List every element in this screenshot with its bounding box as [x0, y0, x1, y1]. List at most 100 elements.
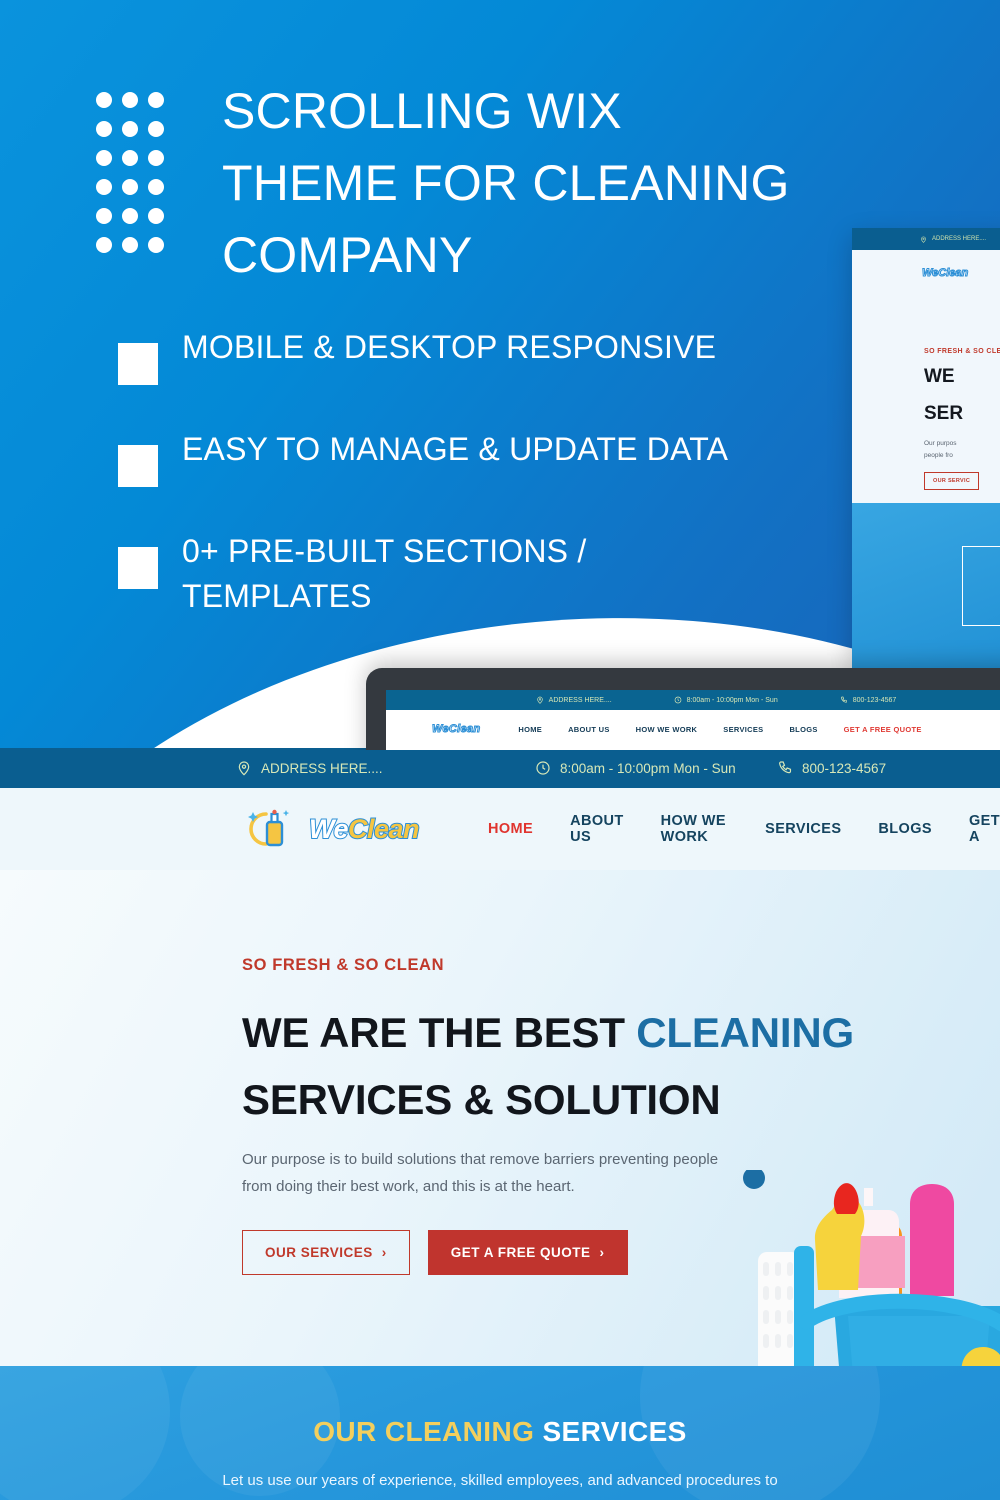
dot: [122, 150, 138, 166]
logo-text-clean: Clean: [347, 813, 421, 845]
mini-hero-paragraph-2: people fro: [924, 452, 953, 460]
tablet-nav-item-blogs[interactable]: BLOGS: [789, 725, 817, 734]
dot: [148, 150, 164, 166]
promo-title-line-1: SCROLLING WIX: [222, 83, 622, 139]
location-pin-icon: [921, 236, 926, 243]
mini-card-line-3: do: [963, 583, 1000, 594]
site-preview: ADDRESS HERE.... 8:00am - 10:00pm Mon - …: [0, 748, 1000, 1500]
promo-feature-list: MOBILE & DESKTOP RESPONSIVE EASY TO MANA…: [118, 325, 778, 662]
hero-kicker: SO FRESH & SO CLEAN: [242, 956, 445, 974]
site-nav-menu: HOME ABOUT US HOW WE WORK SERVICES BLOGS…: [488, 813, 1000, 845]
get-a-free-quote-button-label: GET A FREE QUOTE: [450, 1244, 591, 1260]
dot: [148, 208, 164, 224]
tablet-phone: 800-123-4567: [840, 696, 896, 704]
tablet-mockup: ADDRESS HERE.... 8:00am - 10:00pm Mon - …: [366, 668, 1000, 750]
get-a-free-quote-button[interactable]: GET A FREE QUOTE ›: [427, 1229, 628, 1275]
dot: [148, 92, 164, 108]
dot: [96, 121, 112, 137]
site-logo[interactable]: WeClean: [240, 806, 421, 852]
location-pin-icon: [536, 696, 543, 704]
services-section: OUR CLEANING SERVICES Let us use our yea…: [0, 1366, 1000, 1500]
nav-item-get-a-quote[interactable]: GET A: [969, 813, 1000, 845]
tablet-screen: ADDRESS HERE.... 8:00am - 10:00pm Mon - …: [386, 690, 1000, 750]
promo-feature-item: EASY TO MANAGE & UPDATE DATA: [118, 427, 778, 487]
logo-text-we: We: [308, 813, 350, 845]
topbar-phone-label: 800-123-4567: [802, 760, 887, 776]
topbar-phone[interactable]: 800-123-4567: [777, 760, 886, 776]
chevron-right-icon: ›: [381, 1244, 387, 1260]
hero-headline-part-1: WE ARE THE BEST: [242, 1009, 637, 1056]
dot: [96, 92, 112, 108]
services-title-highlight: OUR CLEANING: [313, 1416, 543, 1447]
dot: [148, 121, 164, 137]
promo-feature-item: MOBILE & DESKTOP RESPONSIVE: [118, 325, 778, 385]
dot: [96, 179, 112, 195]
dot: [96, 208, 112, 224]
nav-item-how-we-work[interactable]: HOW WE WORK: [661, 813, 728, 845]
dot: [96, 150, 112, 166]
promo-title-line-3: COMPANY: [222, 227, 473, 283]
mini-hero-paragraph-1: Our purpos: [924, 440, 957, 447]
mini-card-line-2: Let u: [963, 572, 1000, 583]
clock-icon: [536, 761, 550, 775]
phone-icon: [779, 761, 792, 774]
chevron-right-icon: ›: [599, 1244, 605, 1260]
dot: [122, 121, 138, 137]
hero-headline-part-2: SERVICES & SOLUTION: [242, 1076, 721, 1124]
site-logo-text: WeClean: [308, 813, 421, 845]
tablet-nav-item-services[interactable]: SERVICES: [723, 725, 763, 734]
promo-feature-item: 0+ PRE-BUILT SECTIONS / TEMPLATES: [118, 529, 778, 620]
services-subtitle: Let us use our years of experience, skil…: [222, 1472, 778, 1489]
mini-hero-kicker: SO FRESH & SO CLEAN: [924, 348, 1000, 355]
nav-item-about-us[interactable]: ABOUT US: [570, 813, 624, 845]
our-services-button[interactable]: OUR SERVICES ›: [242, 1229, 410, 1275]
mini-hero-button[interactable]: OUR SERVIC: [924, 472, 980, 491]
tablet-hours: 8:00am - 10:00pm Mon - Sun: [674, 696, 778, 704]
promo-feature-label: MOBILE & DESKTOP RESPONSIVE: [182, 329, 717, 365]
phone-icon: [840, 696, 847, 703]
mini-preview-logo: WeClean: [852, 250, 1000, 296]
clock-icon: [674, 696, 682, 704]
site-topbar: ADDRESS HERE.... 8:00am - 10:00pm Mon - …: [0, 748, 1000, 788]
tablet-nav: WeClean HOME ABOUT US HOW WE WORK SERVIC…: [386, 710, 1000, 748]
promo-title-line-2: THEME FOR CLEANING: [222, 155, 790, 211]
services-title-rest: SERVICES: [542, 1416, 687, 1447]
checkbox-square-icon: [118, 547, 158, 589]
mini-preview-hero: SO FRESH & SO CLEAN WE SER Our purpos pe…: [852, 296, 1000, 491]
topbar-hours-label: 8:00am - 10:00pm Mon - Sun: [560, 760, 736, 776]
topbar-hours: 8:00am - 10:00pm Mon - Sun: [535, 760, 736, 776]
tablet-nav-item-home[interactable]: HOME: [518, 725, 542, 734]
tablet-nav-item-how-we-work[interactable]: HOW WE WORK: [636, 725, 698, 734]
tablet-nav-item-about[interactable]: ABOUT US: [568, 725, 610, 734]
dot: [96, 237, 112, 253]
mini-hero-headline-2: SER: [924, 402, 964, 424]
hero-paragraph: Our purpose is to build solutions that r…: [242, 1151, 719, 1195]
mini-card-line-1: RE: [963, 561, 1000, 572]
location-pin-icon: [238, 761, 250, 776]
nav-item-blogs[interactable]: BLOGS: [878, 821, 932, 837]
hero-headline-accent: CLEANING: [636, 1009, 854, 1056]
tablet-nav-cta[interactable]: GET A FREE QUOTE: [844, 725, 922, 734]
dot: [148, 237, 164, 253]
services-title: OUR CLEANING SERVICES: [0, 1416, 1000, 1448]
hero-buttons: OUR SERVICES › GET A FREE QUOTE ›: [242, 1229, 862, 1275]
mini-hero-headline-1: WE: [924, 366, 955, 387]
hero-copy: SO FRESH & SO CLEAN WE ARE THE BEST CLEA…: [242, 956, 862, 1275]
mini-logo-text: WeClean: [921, 267, 969, 280]
dot: [148, 179, 164, 195]
mini-preview-card: RE Let u do: [962, 546, 1000, 626]
dot: [122, 179, 138, 195]
topbar-address: ADDRESS HERE....: [236, 760, 383, 776]
dot-grid-decoration: [96, 92, 174, 266]
hero-headline: WE ARE THE BEST CLEANING SERVICES & SOLU…: [242, 999, 862, 1133]
our-services-button-label: OUR SERVICES: [265, 1244, 373, 1260]
promo-feature-label: 0+ PRE-BUILT SECTIONS / TEMPLATES: [182, 533, 587, 615]
dot: [122, 92, 138, 108]
nav-item-services[interactable]: SERVICES: [765, 821, 841, 837]
tablet-topbar: ADDRESS HERE.... 8:00am - 10:00pm Mon - …: [386, 690, 1000, 710]
dot: [122, 237, 138, 253]
promo-feature-label: EASY TO MANAGE & UPDATE DATA: [182, 431, 729, 467]
nav-item-home[interactable]: HOME: [488, 821, 533, 837]
tablet-logo[interactable]: WeClean: [431, 723, 480, 736]
mini-preview-address: ADDRESS HERE....: [932, 236, 987, 242]
